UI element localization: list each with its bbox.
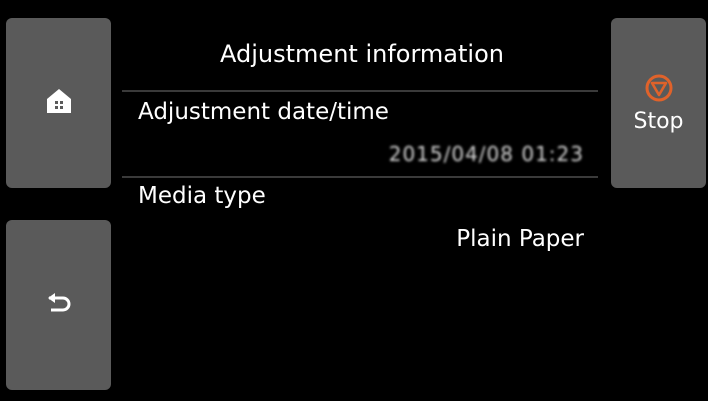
back-arrow-icon (45, 292, 73, 318)
page-title: Adjustment information (220, 40, 504, 68)
field-label-media-type: Media type (138, 183, 266, 209)
stop-button[interactable]: Stop (611, 18, 706, 188)
stop-icon (644, 73, 674, 103)
home-icon (44, 86, 74, 120)
field-value-adjustment-datetime: 2015/04/08 01:23 (388, 142, 584, 166)
divider (122, 176, 598, 178)
home-button[interactable] (6, 18, 111, 188)
back-button[interactable] (6, 220, 111, 390)
stop-button-label: Stop (633, 108, 684, 134)
field-label-adjustment-datetime: Adjustment date/time (138, 99, 389, 125)
divider (122, 90, 598, 92)
field-value-media-type: Plain Paper (456, 226, 584, 252)
